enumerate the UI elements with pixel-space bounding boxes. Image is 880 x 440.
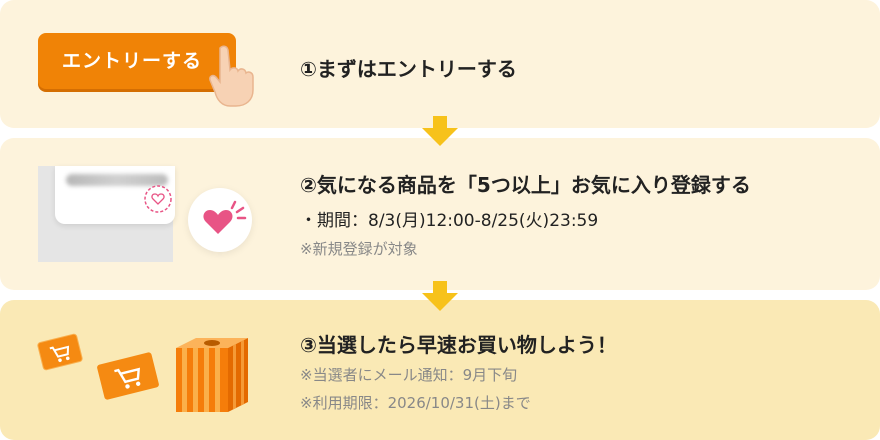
heart-icon xyxy=(203,200,247,234)
step3-panel: ③当選したら早速お買い物しよう！ ※当選者にメール通知：9月下旬 ※利用期限：2… xyxy=(0,300,880,440)
expiry-note: ※利用期限：2026/10/31(土)まで xyxy=(300,394,531,412)
step2-panel: ②気になる商品を「5つ以上」お気に入り登録する ・期間：8/3(月)12:00-… xyxy=(0,138,880,290)
pointing-hand-icon xyxy=(209,45,254,107)
step1-title: ①まずはエントリーする xyxy=(300,57,517,81)
shopping-cart-icon xyxy=(97,352,159,400)
step2-title: ②気になる商品を「5つ以上」お気に入り登録する xyxy=(300,173,751,197)
step1-panel: エントリーする ①まずはエントリーする xyxy=(0,0,880,128)
lottery-box-icon xyxy=(176,338,248,412)
step2-note: ※新規登録が対象 xyxy=(300,240,418,258)
arrow-down-icon xyxy=(422,281,458,311)
shopping-cart-icon xyxy=(37,333,83,371)
winner-notification-note: ※当選者にメール通知：9月下旬 xyxy=(300,366,518,384)
entry-period: ・期間：8/3(月)12:00-8/25(火)23:59 xyxy=(300,211,599,231)
arrow-down-icon xyxy=(422,116,458,146)
heart-outline-icon xyxy=(144,185,172,213)
step3-title: ③当選したら早速お買い物しよう！ xyxy=(300,333,617,357)
